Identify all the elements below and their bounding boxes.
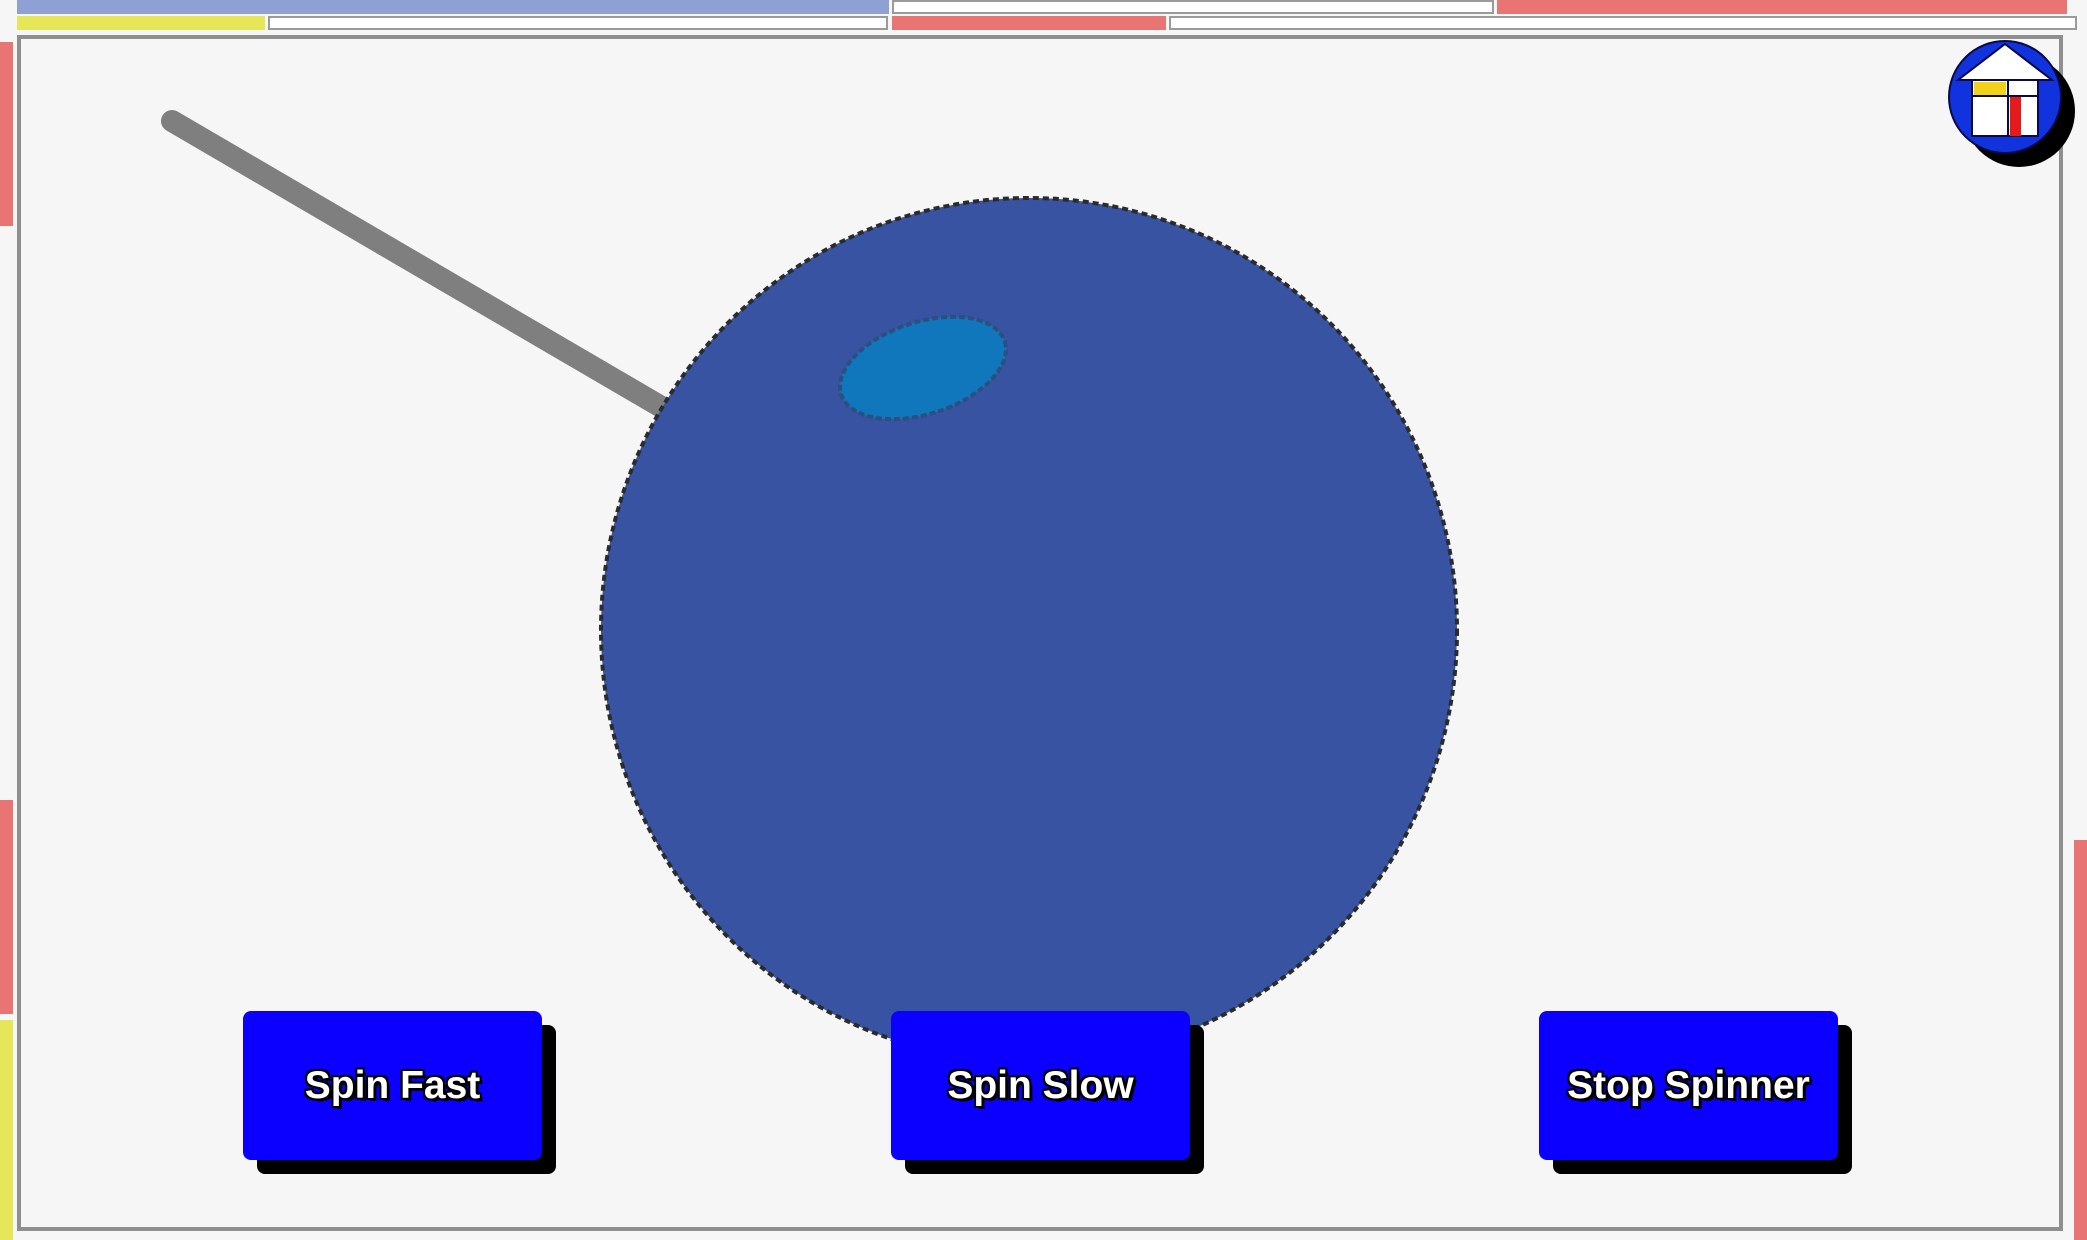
spin-fast-label: Spin Fast bbox=[304, 1063, 481, 1107]
home-icon bbox=[1948, 40, 2075, 167]
stop-spinner-button[interactable]: Stop Spinner bbox=[1539, 1011, 1838, 1160]
spin-slow-button[interactable]: Spin Slow bbox=[891, 1011, 1190, 1160]
home-button[interactable] bbox=[1947, 38, 2077, 168]
spinner-pointer bbox=[161, 110, 681, 423]
spin-fast-button[interactable]: Spin Fast bbox=[243, 1011, 542, 1160]
spinner-app: Spin Fast Spin Slow Stop Spinner bbox=[0, 0, 2087, 1240]
spin-slow-label: Spin Slow bbox=[947, 1063, 1134, 1107]
stop-spinner-label: Stop Spinner bbox=[1567, 1063, 1810, 1107]
spinner-disc[interactable] bbox=[599, 196, 1459, 1064]
